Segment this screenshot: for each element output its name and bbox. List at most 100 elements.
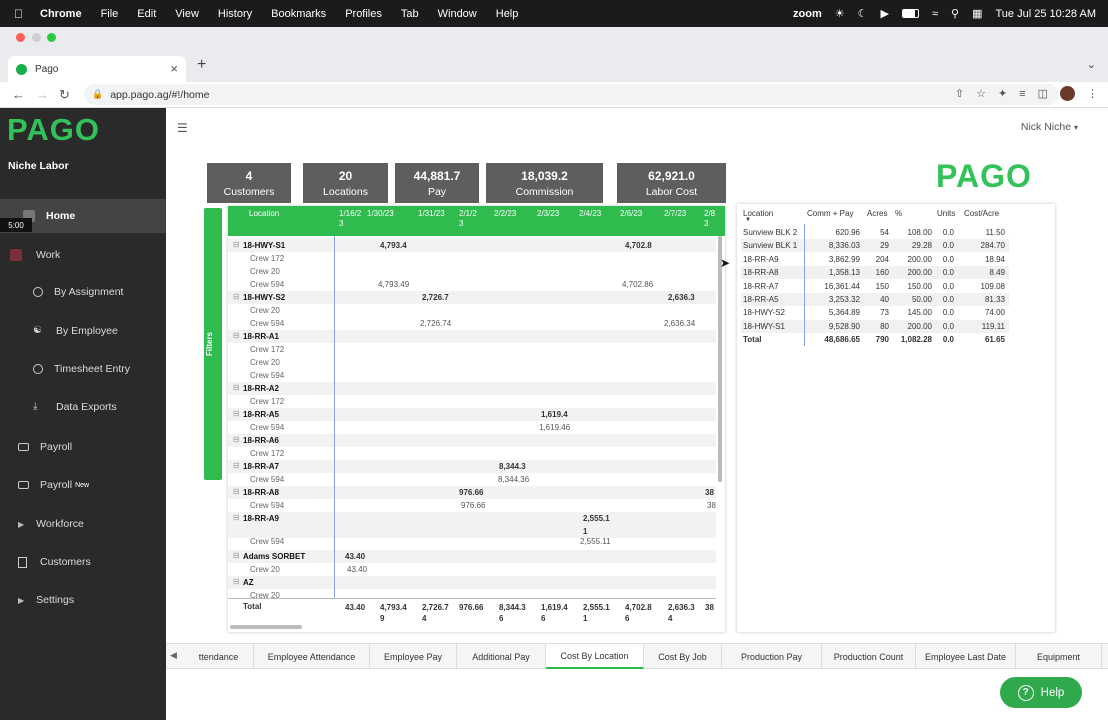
column-header-date[interactable]: 2/7/23 [664, 209, 686, 219]
share-icon[interactable]: ⇧ [955, 87, 964, 100]
location-row[interactable]: ⊟ 18-RR-A9 2,555.1 [228, 512, 716, 525]
summary-row[interactable]: 18-RR-A5 3,253.32 40 50.00 0.0 81.33 [741, 293, 1009, 306]
menu-help[interactable]: Help [496, 8, 519, 20]
menu-window[interactable]: Window [438, 8, 477, 20]
address-bar[interactable]: 🔒 app.pago.ag/#!/home [84, 84, 1059, 105]
column-header-date[interactable]: 2/3/23 [537, 209, 559, 219]
crew-row[interactable]: Crew 172 [228, 343, 716, 356]
tabs-scroll-left-icon[interactable]: ◀ [170, 650, 177, 661]
browser-menu-icon[interactable]: ⋮ [1087, 87, 1098, 100]
location-row[interactable]: ⊟ 18-RR-A5 1,619.4 [228, 408, 716, 421]
collapse-icon[interactable]: ⊟ [233, 331, 240, 340]
crew-row[interactable]: Crew 172 [228, 252, 716, 265]
window-close-button[interactable] [16, 33, 25, 42]
collapse-icon[interactable]: ⊟ [233, 240, 240, 249]
crew-row[interactable]: Crew 594 1,619.46 [228, 421, 716, 434]
tab-additional-pay[interactable]: Additional Pay [457, 644, 546, 669]
location-row[interactable]: ⊟ 18-RR-A6 [228, 434, 716, 447]
sidebar-item-customers[interactable]: Customers [0, 545, 166, 579]
forward-icon[interactable]: → [36, 87, 49, 102]
menu-history[interactable]: History [218, 8, 252, 20]
browser-tab-pago[interactable]: Pago × [8, 56, 186, 82]
location-row[interactable]: ⊟ 18-RR-A7 8,344.3 [228, 460, 716, 473]
kpi-pay[interactable]: 44,881.7 Pay [395, 163, 479, 203]
column-header-date[interactable]: 2/2/23 [494, 209, 516, 219]
summary-total-row[interactable]: Total 48,686.65 790 1,082.28 0.0 61.65 [741, 333, 1009, 346]
summary-row[interactable]: 18-HWY-S1 9,528.90 80 200.00 0.0 119.11 [741, 319, 1009, 333]
tab-ttendance[interactable]: ttendance [184, 644, 254, 669]
location-row[interactable]: ⊟ Adams SORBET 43.40 [228, 550, 716, 563]
matrix-vertical-scrollbar[interactable] [718, 236, 722, 482]
sidebar-item-workforce[interactable]: ▶ Workforce [0, 507, 166, 541]
collapse-icon[interactable]: ⊟ [233, 383, 240, 392]
sidebar-item-timesheet-entry[interactable]: Timesheet Entry [0, 352, 166, 386]
summary-column-header[interactable]: Units [937, 209, 955, 218]
summary-column-header[interactable]: Cost/Acre [964, 209, 999, 218]
sidebar-logo[interactable]: PAGO [7, 112, 100, 148]
kpi-labor-cost[interactable]: 62,921.0 Labor Cost [617, 163, 726, 203]
window-zoom-button[interactable] [47, 33, 56, 42]
moon-icon[interactable]: ☾ [858, 7, 868, 20]
crew-row[interactable]: Crew 172 [228, 447, 716, 460]
crew-row[interactable]: Crew 20 [228, 304, 716, 317]
menu-app-name[interactable]: Chrome [40, 8, 82, 20]
collapse-icon[interactable]: ⊟ [233, 551, 240, 560]
summary-column-header[interactable]: Acres [867, 209, 887, 218]
crew-row[interactable]: Crew 594 4,793.49 4,702.86 [228, 278, 716, 291]
column-header-date[interactable]: 2/6/23 [620, 209, 642, 219]
profile-avatar[interactable] [1060, 86, 1075, 101]
location-row[interactable]: ⊟ 18-RR-A1 [228, 330, 716, 343]
column-header-date[interactable]: 1/31/23 [418, 209, 445, 219]
kpi-customers[interactable]: 4 Customers [207, 163, 291, 203]
crew-row[interactable]: Crew 172 [228, 395, 716, 408]
collapse-icon[interactable]: ⊟ [233, 409, 240, 418]
bookmark-star-icon[interactable]: ☆ [976, 87, 986, 100]
tab-employee-pay[interactable]: Employee Pay [370, 644, 457, 669]
collapse-icon[interactable]: ⊟ [233, 577, 240, 586]
column-header-date[interactable]: 2/1/2 3 [459, 209, 477, 229]
collapse-icon[interactable]: ⊟ [233, 435, 240, 444]
new-tab-icon[interactable]: + [197, 56, 206, 74]
column-header-date[interactable]: 2/8 3 [704, 209, 715, 229]
menu-tab[interactable]: Tab [401, 8, 419, 20]
sidebar-item-settings[interactable]: ▶ Settings [0, 583, 166, 617]
column-header-date[interactable]: 1/16/2 3 [339, 209, 361, 229]
wifi-icon[interactable]: ≈ [932, 8, 938, 20]
summary-row[interactable]: 18-RR-A9 3,862.99 204 200.00 0.0 18.94 [741, 253, 1009, 266]
summary-row[interactable]: Sunview BLK 2 620.96 54 108.00 0.0 11.50 [741, 226, 1009, 239]
sidebar-item-payroll[interactable]: Payroll [0, 430, 166, 464]
tab-close-icon[interactable]: × [170, 61, 178, 76]
menu-file[interactable]: File [101, 8, 119, 20]
column-header-date[interactable]: 1/30/23 [367, 209, 394, 219]
location-row[interactable]: ⊟ AZ [228, 576, 716, 589]
matrix-horizontal-scrollbar[interactable] [230, 625, 302, 629]
brightness-icon[interactable]: ☀ [835, 7, 845, 20]
help-button[interactable]: ? Help [1000, 677, 1082, 708]
collapse-icon[interactable]: ⊟ [233, 487, 240, 496]
battery-icon[interactable] [901, 9, 919, 18]
menu-edit[interactable]: Edit [137, 8, 156, 20]
reload-icon[interactable]: ↻ [59, 87, 70, 103]
sort-desc-icon[interactable]: ▼ [745, 217, 751, 223]
menu-bookmarks[interactable]: Bookmarks [271, 8, 326, 20]
reading-list-icon[interactable]: ≡ [1019, 88, 1025, 100]
cost-by-location-matrix[interactable]: Location 1/16/2 3 1/30/23 1/31/23 2/1/2 3 2/2… [228, 206, 725, 632]
spotlight-icon[interactable]: ⚲ [951, 7, 959, 20]
summary-row[interactable]: Sunview BLK 1 8,336.03 29 29.28 0.0 284.70 [741, 239, 1009, 253]
sidebar-item-data-exports[interactable]: ⤓ Data Exports [0, 390, 166, 424]
sidebar-item-payroll-new[interactable]: Payroll New [0, 468, 166, 502]
filters-pane-toggle[interactable]: Filters [204, 208, 222, 480]
tab-cost-by-job[interactable]: Cost By Job [644, 644, 722, 669]
summary-row[interactable]: 18-RR-A7 16,361.44 150 150.00 0.0 109.08 [741, 280, 1009, 293]
location-row[interactable]: ⊟ 18-HWY-S2 2,726.7 2,636.3 [228, 291, 716, 304]
location-row[interactable]: ⊟ 18-RR-A2 [228, 382, 716, 395]
menubar-clock[interactable]: Tue Jul 25 10:28 AM [996, 8, 1097, 20]
crew-row[interactable]: Crew 20 43.40 [228, 563, 716, 576]
tab-cost-by-location[interactable]: Cost By Location [546, 644, 644, 669]
kpi-locations[interactable]: 20 Locations [303, 163, 388, 203]
menu-profiles[interactable]: Profiles [345, 8, 382, 20]
summary-column-header[interactable]: Comm + Pay [807, 209, 853, 218]
summary-row[interactable]: 18-HWY-S2 5,364.89 73 145.00 0.0 74.00 [741, 306, 1009, 319]
location-row[interactable]: ⊟ 18-RR-A8 976.66 38 [228, 486, 716, 499]
tab-equipment[interactable]: Equipment [1016, 644, 1102, 669]
